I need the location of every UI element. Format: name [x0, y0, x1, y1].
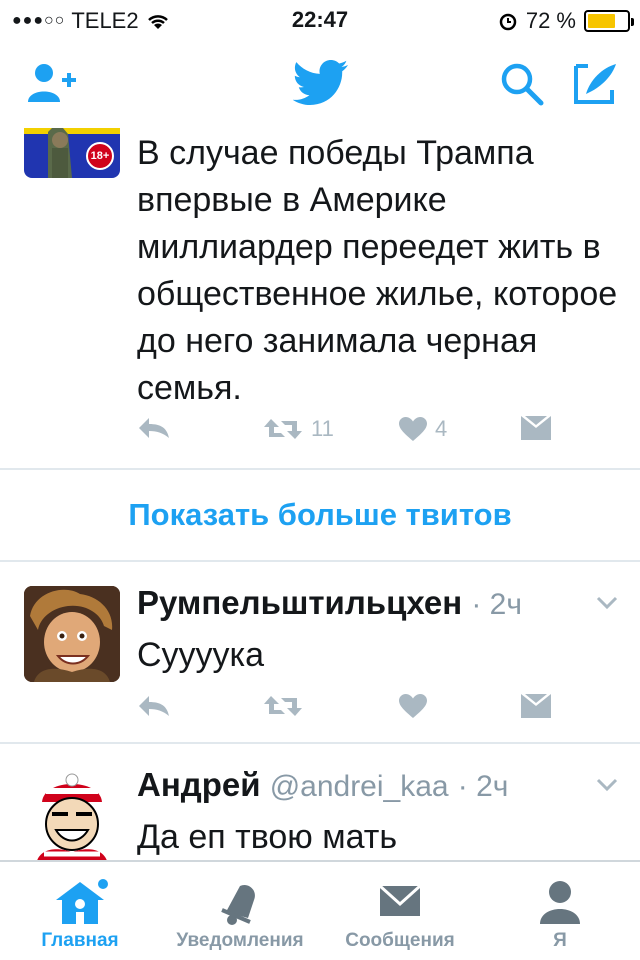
tweet-actions: 11 4	[137, 416, 577, 452]
battery-fill	[588, 14, 616, 28]
tweet-text: В случае победы Трампа впервые в Америке…	[137, 134, 618, 407]
retweet-count: 11	[311, 416, 334, 441]
tab-label: Я	[553, 930, 567, 951]
status-bar: ●●●○○ TELE2 22:47 72 %	[0, 0, 640, 40]
tab-home[interactable]: Главная	[0, 862, 160, 960]
status-right: 72 %	[498, 8, 634, 34]
search-icon[interactable]	[500, 62, 544, 106]
chevron-down-icon[interactable]	[596, 778, 618, 792]
direct-message-button[interactable]	[521, 416, 551, 440]
tweet-actions	[137, 694, 577, 730]
twitter-bird-icon[interactable]	[293, 60, 349, 106]
retweet-icon	[264, 696, 302, 716]
author-handle[interactable]: @andrei_kaa	[270, 770, 449, 803]
reply-icon	[139, 418, 169, 438]
retweet-button[interactable]	[263, 694, 303, 718]
tab-label: Главная	[41, 930, 119, 951]
author-name[interactable]: Румпельштильцхен	[137, 584, 462, 621]
like-count: 4	[435, 416, 448, 441]
home-icon	[56, 879, 108, 924]
tweet-item[interactable]: Андрей @andrei_kaa · 2ч Да еп твою мать	[0, 744, 640, 860]
tweet-time: · 2ч	[457, 770, 509, 803]
avatar-image	[24, 768, 120, 860]
envelope-icon	[521, 416, 551, 440]
top-nav-bar	[0, 40, 640, 128]
avatar[interactable]: 18+	[24, 128, 120, 178]
avatar[interactable]	[24, 768, 120, 860]
battery-icon	[584, 10, 634, 32]
avatar[interactable]	[24, 586, 120, 682]
direct-message-button[interactable]	[521, 694, 551, 718]
age-badge: 18+	[90, 150, 110, 162]
compose-icon[interactable]	[572, 62, 618, 106]
tweet-time: · 2ч	[471, 588, 522, 621]
chevron-down-icon[interactable]	[596, 596, 618, 610]
profile-icon	[540, 881, 580, 924]
tweet-text: Да еп твою мать	[137, 818, 398, 856]
like-button[interactable]: 4	[399, 416, 447, 442]
bell-icon	[221, 884, 255, 925]
author-name[interactable]: Андрей	[137, 766, 261, 803]
tweet-item[interactable]: Румпельштильцхен · 2ч Суууука	[0, 562, 640, 744]
add-user-icon[interactable]	[26, 62, 78, 104]
tweet-item[interactable]: 18+ В случае победы Трампа впервые в Аме…	[0, 128, 640, 470]
like-button[interactable]	[399, 694, 427, 718]
tab-messages[interactable]: Сообщения	[320, 862, 480, 960]
retweet-icon	[264, 419, 302, 439]
tweet-text: Суууука	[137, 636, 265, 674]
heart-icon	[399, 694, 427, 718]
avatar-image	[24, 586, 120, 682]
retweet-button[interactable]: 11	[263, 416, 334, 442]
tab-profile[interactable]: Я	[480, 862, 640, 960]
reply-button[interactable]	[137, 694, 171, 718]
tab-label: Уведомления	[176, 930, 304, 951]
alarm-icon	[499, 13, 517, 31]
tweet-header: Андрей @andrei_kaa · 2ч	[137, 766, 620, 804]
show-more-tweets[interactable]: Показать больше твитов	[0, 470, 640, 562]
envelope-icon	[521, 694, 551, 718]
battery-percent: 72 %	[525, 8, 576, 33]
reply-icon	[139, 696, 169, 716]
tab-notifications[interactable]: Уведомления	[160, 862, 320, 960]
tweet-header: Румпельштильцхен · 2ч	[137, 584, 620, 622]
envelope-icon	[378, 884, 422, 916]
heart-icon	[399, 417, 427, 441]
timeline-feed[interactable]: 18+ В случае победы Трампа впервые в Аме…	[0, 128, 640, 860]
bottom-tab-bar: Главная Уведомления Сообщения Я	[0, 860, 640, 960]
tab-label: Сообщения	[345, 930, 455, 951]
reply-button[interactable]	[137, 416, 171, 440]
